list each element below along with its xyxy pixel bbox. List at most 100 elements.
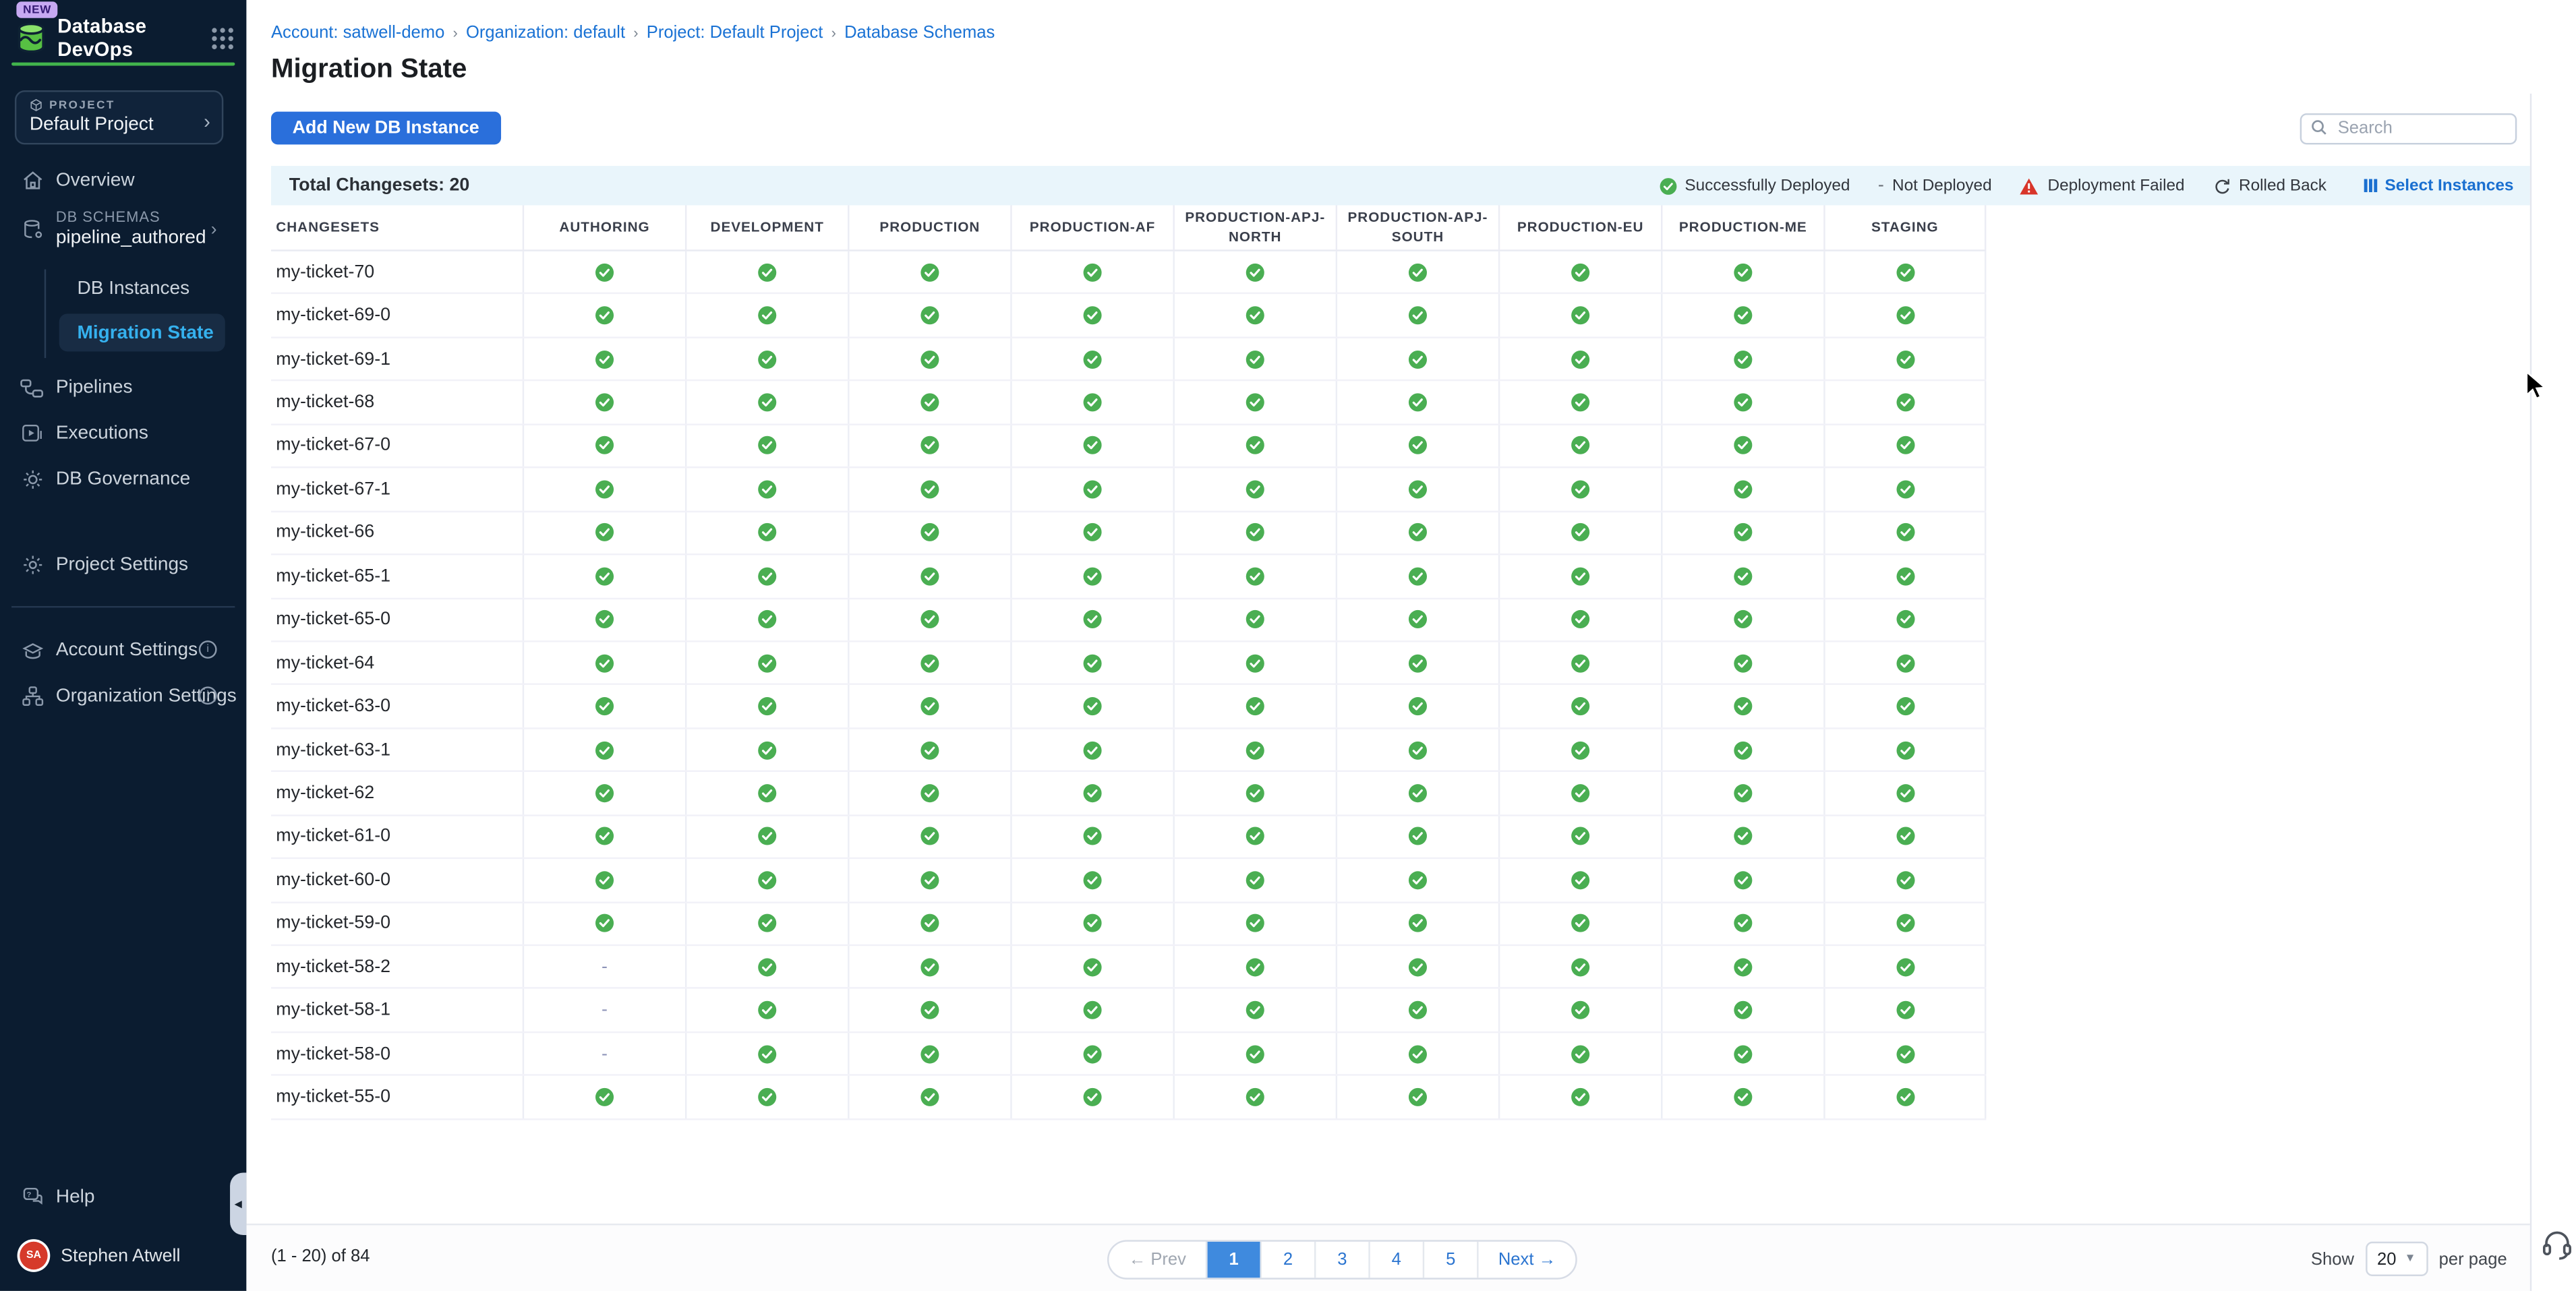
check-circle-icon	[1895, 653, 1914, 673]
changeset-name: my-ticket-58-1	[271, 990, 523, 1031]
status-deployed	[685, 990, 848, 1031]
subnav-indent-line	[45, 270, 46, 359]
changeset-name: my-ticket-55-0	[271, 1076, 523, 1118]
sidebar-item-db-governance[interactable]: DB Governance	[0, 456, 246, 501]
rollback-icon	[2213, 177, 2231, 195]
sidebar-item-migration-state[interactable]: Migration State	[59, 313, 225, 351]
table-row[interactable]: my-ticket-55-0	[271, 1076, 1986, 1119]
check-circle-icon	[757, 1000, 777, 1020]
status-deployed	[685, 1076, 848, 1118]
status-deployed	[1336, 773, 1498, 814]
status-deployed	[523, 1076, 685, 1118]
status-deployed	[1498, 425, 1661, 467]
check-circle-icon	[1895, 1044, 1914, 1063]
user-menu[interactable]: SA Stephen Atwell	[0, 1234, 246, 1278]
toolbar: Add New DB Instance	[246, 86, 2576, 145]
table-row[interactable]: my-ticket-67-0	[271, 425, 1986, 468]
table-row[interactable]: my-ticket-68	[271, 382, 1986, 425]
next-page-button[interactable]: Next →	[1477, 1242, 1575, 1278]
select-instances-link[interactable]: Select Instances	[2364, 177, 2513, 195]
db-schema-icon	[20, 218, 45, 241]
table-row[interactable]: my-ticket-62	[271, 773, 1986, 816]
page-size-value: 20	[2377, 1249, 2396, 1269]
sidebar-item-overview[interactable]: Overview	[0, 159, 246, 202]
check-circle-icon	[1408, 349, 1428, 369]
check-circle-icon	[1895, 696, 1914, 716]
status-deployed	[1661, 512, 1823, 553]
page-size-select[interactable]: 20 ▼	[2366, 1242, 2428, 1276]
add-new-db-instance-button[interactable]: Add New DB Instance	[271, 112, 500, 145]
table-row[interactable]: my-ticket-58-0-	[271, 1033, 1986, 1076]
check-circle-icon	[1246, 827, 1265, 846]
sidebar-item-organization-settings[interactable]: Organization Settings i	[0, 673, 246, 718]
check-circle-icon	[1408, 870, 1428, 890]
search-input[interactable]	[2300, 113, 2517, 144]
page-button-2[interactable]: 2	[1260, 1242, 1314, 1278]
table-row[interactable]: my-ticket-59-0	[271, 903, 1986, 946]
sidebar-item-db-instances[interactable]: DB Instances	[59, 270, 225, 307]
changeset-name: my-ticket-70	[271, 251, 523, 293]
prev-page-button[interactable]: ← Prev	[1109, 1242, 1206, 1278]
sidebar-item-executions[interactable]: Executions	[0, 412, 246, 454]
table-row[interactable]: my-ticket-69-1	[271, 338, 1986, 382]
info-icon[interactable]: i	[199, 686, 217, 704]
check-circle-icon	[1733, 349, 1753, 369]
status-deployed	[1823, 338, 1986, 380]
status-deployed	[1498, 816, 1661, 858]
project-selector[interactable]: PROJECT Default Project ›	[15, 90, 223, 144]
status-deployed	[1010, 990, 1173, 1031]
info-icon[interactable]: i	[199, 640, 217, 659]
status-deployed	[1661, 251, 1823, 293]
breadcrumb-database-schemas-link[interactable]: Database Schemas	[844, 23, 995, 42]
status-deployed	[1173, 903, 1335, 944]
check-circle-icon	[757, 783, 777, 803]
status-deployed	[1336, 946, 1498, 988]
sidebar-item-help[interactable]: ? Help	[0, 1174, 246, 1219]
status-deployed	[685, 425, 848, 467]
table-row[interactable]: my-ticket-58-2-	[271, 946, 1986, 989]
db-schemas-labels: DB SCHEMAS pipeline_authored	[56, 209, 206, 251]
table-row[interactable]: my-ticket-70	[271, 251, 1986, 295]
breadcrumb-project-link[interactable]: Project: Default Project	[647, 23, 823, 42]
status-deployed	[848, 816, 1010, 858]
breadcrumb-account-link[interactable]: Account: satwell-demo	[271, 23, 444, 42]
table-row[interactable]: my-ticket-65-1	[271, 556, 1986, 599]
check-circle-icon	[1082, 870, 1102, 890]
check-circle-icon	[920, 262, 939, 282]
check-circle-icon	[1408, 392, 1428, 412]
table-row[interactable]: my-ticket-58-1-	[271, 990, 1986, 1033]
check-circle-icon	[1246, 696, 1265, 716]
status-deployed	[1661, 382, 1823, 423]
status-deployed	[685, 382, 848, 423]
table-row[interactable]: my-ticket-63-0	[271, 686, 1986, 729]
sidebar-item-pipelines[interactable]: Pipelines	[0, 366, 246, 409]
table-row[interactable]: my-ticket-60-0	[271, 859, 1986, 902]
page-button-3[interactable]: 3	[1314, 1242, 1368, 1278]
table-row[interactable]: my-ticket-65-0	[271, 599, 1986, 642]
sidebar-collapse-handle[interactable]: ◀	[230, 1172, 246, 1235]
table-row[interactable]: my-ticket-69-0	[271, 295, 1986, 338]
table-row[interactable]: my-ticket-64	[271, 642, 1986, 685]
sidebar-item-db-schemas[interactable]: DB SCHEMAS pipeline_authored ›	[0, 202, 246, 258]
check-circle-icon	[920, 653, 939, 673]
check-circle-icon	[1571, 1087, 1590, 1107]
support-headset-icon[interactable]	[2540, 1227, 2574, 1261]
status-deployed	[685, 859, 848, 901]
page-button-4[interactable]: 4	[1368, 1242, 1422, 1278]
status-deployed	[1010, 903, 1173, 944]
page-button-1[interactable]: 1	[1206, 1242, 1260, 1278]
status-deployed	[1173, 859, 1335, 901]
check-circle-icon	[595, 783, 614, 803]
sidebar-item-account-settings[interactable]: Account Settings i	[0, 628, 246, 672]
status-deployed	[685, 251, 848, 293]
app-switcher-icon[interactable]	[212, 27, 233, 49]
pipelines-icon	[20, 377, 45, 398]
page-button-5[interactable]: 5	[1423, 1242, 1477, 1278]
table-row[interactable]: my-ticket-66	[271, 512, 1986, 555]
table-row[interactable]: my-ticket-61-0	[271, 816, 1986, 859]
breadcrumb-organization-link[interactable]: Organization: default	[466, 23, 625, 42]
table-row[interactable]: my-ticket-67-1	[271, 469, 1986, 512]
status-deployed	[1173, 1076, 1335, 1118]
table-row[interactable]: my-ticket-63-1	[271, 729, 1986, 772]
sidebar-item-project-settings[interactable]: Project Settings	[0, 543, 246, 586]
